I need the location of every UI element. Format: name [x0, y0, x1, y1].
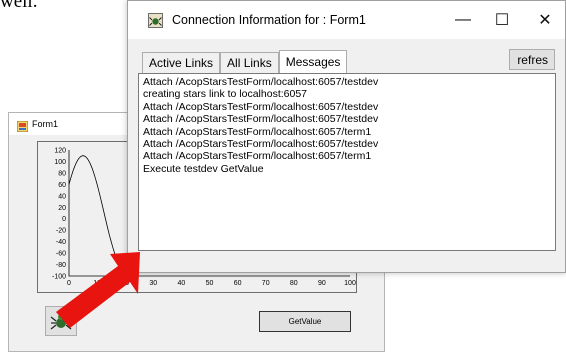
- y-tick-label: 120: [54, 148, 66, 155]
- minimize-icon: —: [455, 11, 471, 28]
- maximize-button[interactable]: ☐: [482, 7, 522, 33]
- message-line: Attach /AcopStarsTestForm/localhost:6057…: [143, 100, 379, 113]
- y-tick-label: -20: [56, 228, 66, 235]
- x-tick-label: 70: [262, 280, 270, 287]
- y-tick-label: 0: [62, 216, 66, 223]
- close-button[interactable]: ✕: [525, 7, 565, 33]
- connection-info-title: Connection Information for : Form1: [172, 13, 366, 27]
- maximize-icon: ☐: [494, 12, 510, 29]
- tab-strip: Active Links All Links Messages: [142, 50, 348, 73]
- message-line: Attach /AcopStarsTestForm/localhost:6057…: [143, 150, 372, 163]
- x-tick-label: 30: [149, 280, 157, 287]
- tab-messages[interactable]: Messages: [278, 50, 348, 73]
- form1-app-icon: [16, 119, 29, 132]
- message-line: Attach /AcopStarsTestForm/localhost:6057…: [143, 138, 379, 151]
- x-tick-label: 50: [206, 280, 214, 287]
- getvalue-button[interactable]: GetValue: [259, 311, 351, 332]
- refresh-button[interactable]: refres: [509, 49, 555, 70]
- red-arrow-icon: [56, 252, 140, 328]
- document-text-fragment: well.: [0, 0, 38, 12]
- x-tick-label: 90: [318, 280, 326, 287]
- form1-title: Form1: [32, 119, 59, 129]
- y-tick-label: 80: [58, 170, 66, 177]
- y-tick-label: 60: [58, 182, 66, 189]
- y-tick-label: 40: [58, 193, 66, 200]
- message-line: Execute testdev GetValue: [143, 162, 264, 175]
- y-tick-label: 100: [54, 159, 66, 166]
- connection-info-titlebar: Connection Information for : Form1 — ☐ ✕: [128, 1, 565, 39]
- x-tick-label: 60: [234, 280, 242, 287]
- x-tick-label: 100: [344, 280, 356, 287]
- message-line: Attach /AcopStarsTestForm/localhost:6057…: [143, 113, 379, 126]
- message-line: Attach /AcopStarsTestForm/localhost:6057…: [143, 125, 372, 138]
- message-line: Attach /AcopStarsTestForm/localhost:6057…: [143, 76, 379, 88]
- minimize-button[interactable]: —: [443, 7, 483, 33]
- tab-all-links[interactable]: All Links: [220, 52, 279, 73]
- y-tick-label: 20: [58, 205, 66, 212]
- connection-info-window: Connection Information for : Form1 — ☐ ✕…: [127, 0, 566, 273]
- message-line: creating stars link to localhost:6057: [143, 88, 308, 101]
- close-icon: ✕: [538, 12, 552, 29]
- connection-app-icon: [148, 13, 163, 28]
- tab-active-links[interactable]: Active Links: [142, 52, 221, 73]
- messages-textbox[interactable]: Attach /AcopStarsTestForm/localhost:6057…: [138, 73, 556, 251]
- x-tick-label: 40: [178, 280, 186, 287]
- x-tick-label: 80: [290, 280, 298, 287]
- y-tick-label: -40: [56, 239, 66, 246]
